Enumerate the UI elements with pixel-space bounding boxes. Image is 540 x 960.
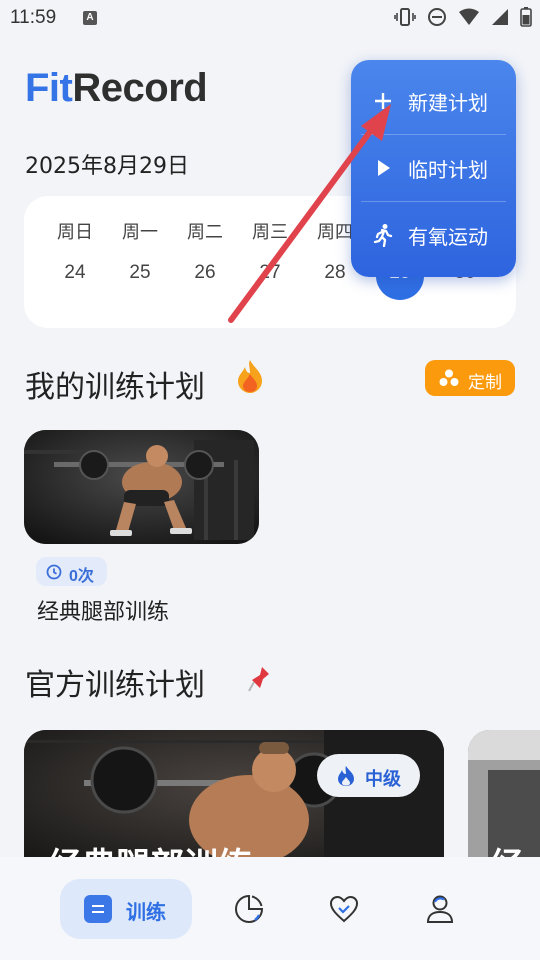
nav-train-label: 训练: [126, 900, 166, 924]
my-plan-name[interactable]: 经典腿部训练: [37, 594, 169, 626]
flame-icon: [338, 766, 354, 786]
fire-icon: [238, 360, 262, 393]
day-27[interactable]: 27: [240, 262, 300, 284]
wifi-icon: [458, 8, 479, 25]
menu-temp-plan-label: 临时计划: [408, 158, 488, 182]
official-plans-title: 官方训练计划: [25, 668, 205, 703]
profile-icon[interactable]: [424, 893, 456, 925]
play-icon: [378, 160, 390, 176]
status-time: 11:59: [10, 7, 57, 28]
level-label: 中级: [365, 769, 401, 790]
create-plan-popup: 新建计划 临时计划 有氧运动: [351, 60, 516, 277]
logo-record: Record: [72, 66, 208, 110]
menu-new-plan-label: 新建计划: [408, 91, 488, 115]
notification-a-icon: A: [83, 11, 97, 25]
my-plans-title: 我的训练计划: [25, 370, 205, 405]
day-25[interactable]: 25: [110, 262, 170, 284]
weekday-name: 周一: [122, 222, 158, 243]
weekday-name: 周二: [187, 222, 223, 243]
cluster-icon: [439, 369, 459, 386]
level-badge: 中级: [317, 754, 420, 797]
day-26[interactable]: 26: [175, 262, 235, 284]
menu-cardio[interactable]: 有氧运动: [351, 202, 516, 268]
status-icons: [388, 6, 532, 28]
battery-icon: [520, 6, 532, 27]
app-logo: FitRecord: [25, 66, 208, 111]
pie-chart-icon[interactable]: [233, 893, 265, 925]
menu-temp-plan[interactable]: 临时计划: [351, 135, 516, 201]
heart-icon[interactable]: [328, 893, 360, 925]
running-icon: [373, 224, 393, 247]
weekday-name: 周三: [252, 222, 288, 243]
pin-icon: [248, 667, 269, 692]
my-plan-card-image[interactable]: [24, 430, 259, 544]
squat-photo: [24, 430, 259, 544]
do-not-disturb-icon: [427, 7, 446, 26]
custom-button-label: 定制: [468, 373, 502, 393]
document-icon: [84, 895, 112, 923]
vibrate-icon: [393, 7, 416, 26]
date-title: 2025年8月29日: [25, 154, 189, 179]
bottom-navigation: 训练: [0, 857, 540, 960]
clock-icon: [46, 564, 62, 580]
signal-icon: [491, 8, 508, 25]
day-24[interactable]: 24: [45, 262, 105, 284]
menu-new-plan[interactable]: 新建计划: [351, 68, 516, 134]
weekday-name: 周日: [57, 222, 93, 243]
logo-fit: Fit: [25, 66, 73, 110]
status-bar: 11:59 A: [0, 0, 540, 36]
custom-plan-button[interactable]: 定制: [425, 360, 515, 396]
count-label: 0次: [69, 568, 94, 585]
workout-count-badge: 0次: [36, 557, 107, 586]
plus-icon: [375, 93, 391, 109]
nav-train-tab[interactable]: 训练: [60, 879, 192, 939]
menu-cardio-label: 有氧运动: [408, 225, 488, 249]
